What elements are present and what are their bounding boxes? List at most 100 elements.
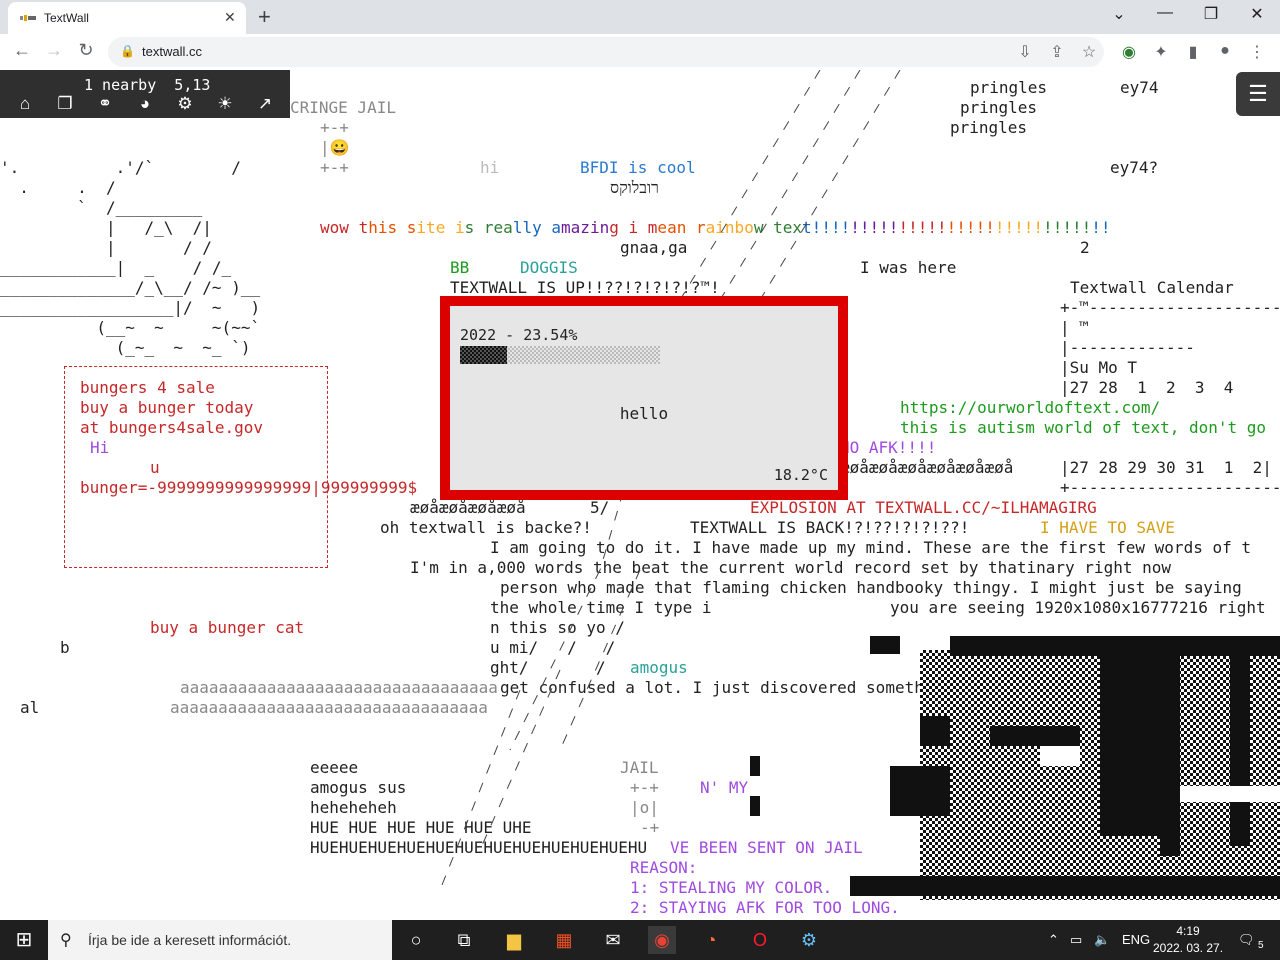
file-explorer-icon[interactable]: ▆ xyxy=(500,926,528,954)
forward-arrow-icon[interactable]: → xyxy=(42,40,66,61)
wall-text[interactable]: |27 28 29 30 31 1 2| xyxy=(1060,458,1272,478)
firefox-icon[interactable]: ◔ xyxy=(697,926,725,954)
wall-text[interactable]: I'm in a,000 words the beat the current … xyxy=(410,558,1171,578)
wall-text[interactable]: HUEHUEHUEHUEHUEHUEHUEHUEHUEHUEHUEHU xyxy=(310,838,647,858)
wall-text[interactable]: amogus sus xyxy=(310,778,406,798)
wall-text[interactable]: heheheheh xyxy=(310,798,397,818)
browser-tab[interactable]: TextWall ✕ xyxy=(8,2,246,34)
wall-text[interactable]: wow this site is really amazing i mean r… xyxy=(320,218,1111,238)
wall-text[interactable]: ey74? xyxy=(1110,158,1158,178)
restore-button[interactable]: ❐ xyxy=(1196,4,1226,24)
wall-text[interactable]: רובלוקס xyxy=(610,178,659,198)
wall-text[interactable]: aaaaaaaaaaaaaaaaaaaaaaaaaaaaaaaaa xyxy=(180,678,498,698)
wall-text[interactable]: BFDI is cool xyxy=(580,158,696,178)
home-icon[interactable]: ⌂ xyxy=(13,94,37,116)
opera-icon[interactable]: O xyxy=(746,926,774,954)
wall-text[interactable]: REASON: xyxy=(630,858,697,878)
side-panel-icon[interactable]: ▮ xyxy=(1182,42,1204,62)
wall-text[interactable]: |o| xyxy=(630,798,659,818)
wall-text[interactable]: amogus xyxy=(630,658,688,678)
wall-text[interactable]: æøåæøåæøåæøå xyxy=(410,498,526,518)
expand-arrow-icon[interactable]: ↗ xyxy=(253,94,277,116)
profile-avatar-icon[interactable]: ● xyxy=(1214,42,1236,60)
cortana-circle-icon[interactable]: ○ xyxy=(402,926,430,954)
gear-icon[interactable]: ⚙ xyxy=(173,94,197,116)
wall-text[interactable]: |😀 xyxy=(320,138,350,158)
wall-text[interactable]: pringles xyxy=(950,118,1027,138)
wall-text[interactable]: pringles xyxy=(960,98,1037,118)
menu-kebab-icon[interactable]: ⋮ xyxy=(1246,42,1268,62)
taskbar-search-box[interactable]: ⚲ Írja be ide a keresett információt. xyxy=(48,920,392,960)
wall-text[interactable]: |------------- xyxy=(1060,338,1195,358)
wall-text[interactable]: pringles xyxy=(970,78,1047,98)
microsoft-store-icon[interactable]: ▦ xyxy=(550,926,578,954)
link-icon[interactable]: ⚭ xyxy=(93,94,117,116)
wall-text[interactable]: I HAVE TO SAVE xyxy=(1040,518,1175,538)
wall-text[interactable]: the whole time I type i xyxy=(490,598,712,618)
tab-close-icon[interactable]: ✕ xyxy=(224,9,236,26)
network-icon[interactable]: ▭ xyxy=(1070,932,1082,948)
wall-text[interactable]: +-™-----------------------+ xyxy=(1060,298,1280,318)
extension-globe-icon[interactable]: ◉ xyxy=(1118,42,1140,62)
wall-text[interactable]: n this so yo / xyxy=(490,618,625,638)
url-text[interactable]: textwall.cc xyxy=(142,44,202,59)
info-popup[interactable]: 2022 - 23.54% hello 18.2°C xyxy=(440,296,848,500)
wall-text[interactable]: TEXTWALL IS BACK!?!??!?!?!??! xyxy=(690,518,969,538)
install-app-icon[interactable]: ⇩ xyxy=(1014,42,1036,62)
windows-start-icon[interactable]: ⊞ xyxy=(0,920,48,960)
task-view-icon[interactable]: ⧉ xyxy=(450,926,478,954)
wall-text[interactable]: -+ xyxy=(640,818,659,838)
wall-text[interactable]: EXPLOSION AT TEXTWALL.CC/~ILHAMAGIRG xyxy=(750,498,1097,518)
share-icon[interactable]: ⇪ xyxy=(1046,42,1068,62)
wall-text[interactable]: u mi/ / / xyxy=(490,638,615,658)
wall-text[interactable]: +-+ xyxy=(320,118,349,138)
extensions-puzzle-icon[interactable]: ✦ xyxy=(1150,42,1172,62)
wall-text[interactable]: HUE HUE HUE HUE HUE UHE xyxy=(310,818,532,838)
wall-text[interactable]: Textwall Calendar xyxy=(1070,278,1234,298)
wall-text[interactable]: hi xyxy=(480,158,499,178)
wall-text[interactable]: CRINGE JAIL xyxy=(290,98,396,118)
volume-muted-icon[interactable]: 🔈 xyxy=(1094,932,1110,948)
wall-text[interactable]: æøåæøåæøåæøåæøåæøå xyxy=(840,458,1013,478)
language-indicator[interactable]: ENG xyxy=(1122,932,1150,947)
wall-text[interactable]: DOGGIS xyxy=(520,258,578,278)
wall-text[interactable]: I was here xyxy=(860,258,956,278)
wall-text[interactable]: this is autism world of text, don't go xyxy=(900,418,1266,438)
copy-icon[interactable]: ❐ xyxy=(53,94,77,116)
wall-text[interactable]: +-------------------------+ xyxy=(1060,478,1280,498)
chrome-icon[interactable]: ◉ xyxy=(648,926,676,954)
tab-search-icon[interactable]: ⌄ xyxy=(1104,4,1134,24)
wall-text[interactable]: +-+ xyxy=(630,778,659,798)
wall-text[interactable]: aaaaaaaaaaaaaaaaaaaaaaaaaaaaaaaaa xyxy=(170,698,488,718)
bookmark-star-icon[interactable]: ☆ xyxy=(1078,42,1100,62)
wall-text[interactable]: 5/ xyxy=(590,498,609,518)
wall-text[interactable]: 1: STEALING MY COLOR. xyxy=(630,878,832,898)
wall-text[interactable]: oh textwall is backe?! xyxy=(380,518,592,538)
wall-text[interactable]: 2: STAYING AFK FOR TOO LONG. xyxy=(630,898,900,918)
wall-text[interactable]: ey74 xyxy=(1120,78,1159,98)
wall-text[interactable]: buy a bunger cat xyxy=(150,618,304,638)
back-arrow-icon[interactable]: ← xyxy=(10,40,34,61)
address-bar[interactable]: 🔒 textwall.cc xyxy=(108,37,1104,67)
wall-text[interactable]: al xyxy=(20,698,39,718)
lock-icon[interactable]: 🔒 xyxy=(120,44,135,58)
minimize-button[interactable]: — xyxy=(1150,4,1180,22)
reload-icon[interactable]: ↻ xyxy=(74,40,98,61)
wall-text[interactable]: ght/ / xyxy=(490,658,606,678)
wall-text[interactable]: b xyxy=(60,638,70,658)
wall-text[interactable]: eeeee xyxy=(310,758,358,778)
tray-overflow-icon[interactable]: ⌃ xyxy=(1048,932,1059,948)
wall-text[interactable]: VE BEEN SENT ON JAIL xyxy=(670,838,863,858)
wall-text[interactable]: JAIL xyxy=(620,758,659,778)
wall-text[interactable]: N' MY xyxy=(700,778,748,798)
wall-text[interactable]: you are seeing 1920x1080x16777216 right xyxy=(890,598,1266,618)
wall-text[interactable]: NO AFK!!!! xyxy=(840,438,936,458)
mail-icon[interactable]: ✉ xyxy=(599,926,627,954)
textwall-canvas[interactable]: pringles pringles pringles ey74 ey74? CRINGE … xyxy=(0,70,1280,920)
wall-text[interactable]: |Su Mo T xyxy=(1060,358,1137,378)
taskbar-clock[interactable]: 4:19 2022. 03. 27. xyxy=(1150,923,1226,957)
wall-text[interactable]: person who made that flaming chicken han… xyxy=(500,578,1242,598)
new-tab-button[interactable]: + xyxy=(258,4,271,30)
chat-icon[interactable]: ☰ xyxy=(1236,72,1280,116)
wall-text[interactable]: +-+ xyxy=(320,158,349,178)
